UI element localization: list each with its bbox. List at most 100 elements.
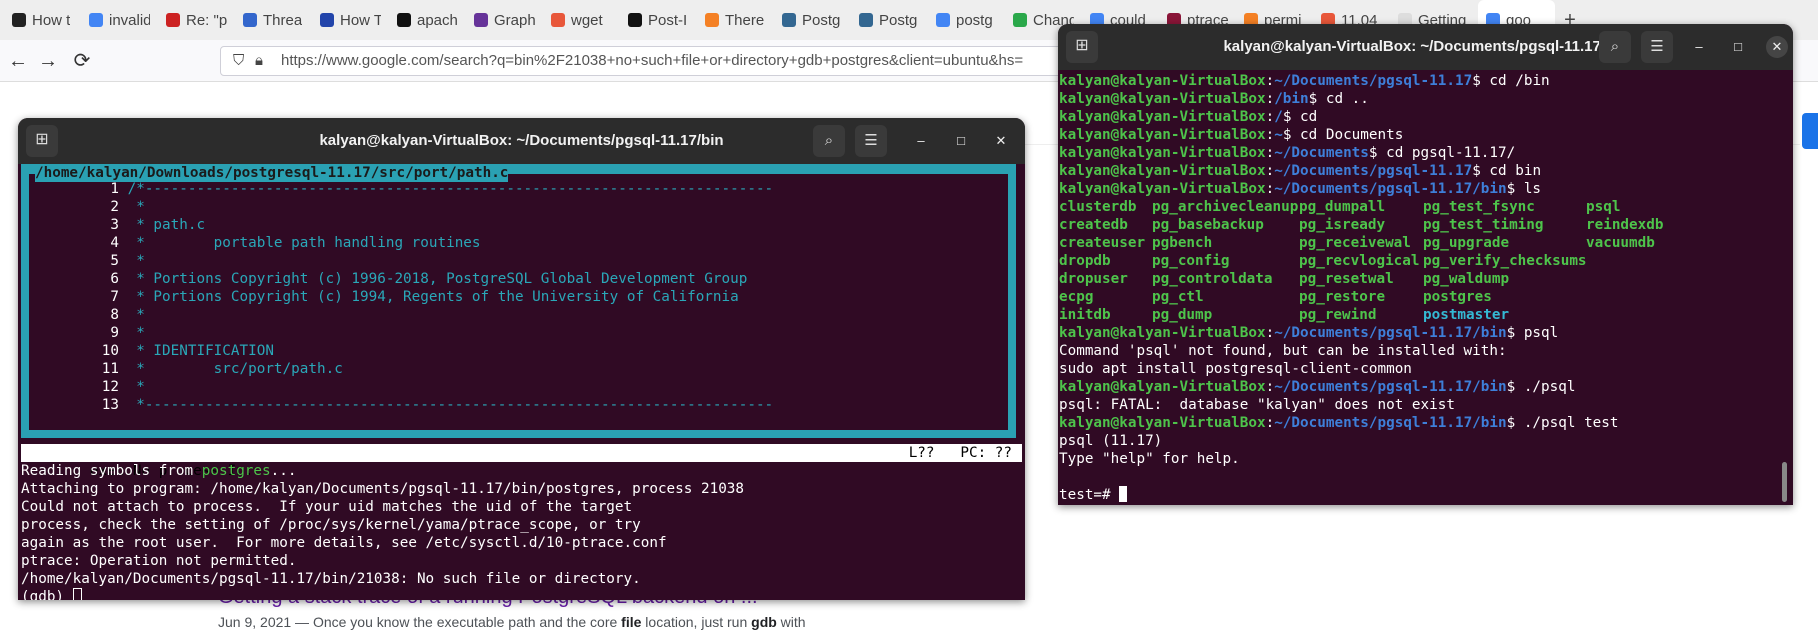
source-line: 8 * — [29, 306, 144, 324]
tab-favicon-icon — [782, 13, 796, 27]
close-icon[interactable]: ✕ — [1766, 36, 1788, 58]
ls-entry: initdb — [1059, 307, 1111, 323]
shell-terminal-body: kalyan@kalyan-VirtualBox:~/Documents/pgs… — [1059, 72, 1779, 504]
search-button-edge[interactable] — [1802, 113, 1818, 149]
line-code: * portable path handling routines — [127, 235, 481, 251]
browser-tab[interactable]: How t — [4, 0, 81, 40]
prompt-path: ~/Documents/pgsql-11.17/bin — [1274, 415, 1507, 431]
prompt-path: ~/Documents/pgsql-11.17/bin — [1274, 325, 1507, 341]
menu-icon[interactable]: ☰ — [1641, 31, 1673, 63]
minimize-icon[interactable]: – — [910, 130, 932, 152]
ls-entry: pg_isready — [1299, 217, 1386, 233]
maximize-icon[interactable]: □ — [950, 130, 972, 152]
tab-label: Postg — [879, 11, 918, 29]
tab-label: Graph — [494, 11, 535, 29]
shell-terminal-window[interactable]: ⊞ kalyan@kalyan-VirtualBox: ~/Documents/… — [1058, 24, 1793, 505]
prompt-user-host: kalyan@kalyan-VirtualBox — [1059, 163, 1266, 179]
prompt-colon: : — [1265, 73, 1275, 89]
browser-tab[interactable]: Threa — [235, 0, 312, 40]
gdb-terminal-window[interactable]: ⊞ kalyan@kalyan-VirtualBox: ~/Documents/… — [18, 118, 1025, 600]
browser-tab[interactable]: wget — [543, 0, 620, 40]
line-code: * IDENTIFICATION — [127, 343, 274, 359]
shell-output-line: Type "help" for help. — [1059, 451, 1240, 467]
ls-entry: ecpg — [1059, 289, 1094, 305]
tab-label: Post-I — [648, 11, 688, 29]
search-icon[interactable]: ⌕ — [813, 125, 845, 157]
scrollbar-thumb[interactable] — [1782, 462, 1787, 502]
window-title: kalyan@kalyan-VirtualBox: ~/Documents/pg… — [1223, 38, 1628, 55]
browser-tab[interactable]: Postg — [851, 0, 928, 40]
tab-favicon-icon — [628, 13, 642, 27]
prompt-colon: : — [1265, 181, 1275, 197]
browser-tab[interactable]: invalid — [81, 0, 158, 40]
cursor — [72, 588, 82, 600]
search-icon[interactable]: ⌕ — [1599, 31, 1631, 63]
ls-entry: dropdb — [1059, 253, 1111, 269]
gdb-output-line: /home/kalyan/Documents/pgsql-11.17/bin/2… — [21, 571, 641, 587]
line-code: * path.c — [127, 217, 206, 233]
browser-tab[interactable]: Graph — [466, 0, 543, 40]
prompt-command: $ cd /bin — [1472, 73, 1550, 89]
line-number: 4 — [110, 235, 119, 251]
tab-label: invalid — [109, 11, 150, 29]
ls-entry: pg_dump — [1152, 307, 1213, 323]
tab-favicon-icon — [705, 13, 719, 27]
gdb-output-line: again as the root user. For more details… — [21, 535, 667, 551]
gdb-prompt-line[interactable]: (gdb) — [21, 588, 744, 600]
prompt-colon: : — [1265, 379, 1275, 395]
line-code: *---------------------------------------… — [127, 397, 774, 413]
menu-icon[interactable]: ☰ — [855, 125, 887, 157]
ls-entry: dropuser — [1059, 271, 1128, 287]
reload-button[interactable]: ⟳ — [70, 49, 94, 73]
ls-entry: postgres — [1423, 289, 1492, 305]
browser-tab[interactable]: How T — [312, 0, 389, 40]
prompt-user-host: kalyan@kalyan-VirtualBox — [1059, 127, 1266, 143]
line-number: 1 — [110, 181, 119, 197]
browser-tab[interactable]: Post-I — [620, 0, 697, 40]
line-number: 10 — [101, 343, 119, 359]
shell-output-line: psql: FATAL: database "kalyan" does not … — [1059, 397, 1455, 413]
source-line: 12 * — [29, 378, 145, 396]
psql-prompt: test=# — [1059, 487, 1120, 503]
tab-favicon-icon — [89, 13, 103, 27]
back-button[interactable]: ← — [6, 49, 30, 73]
shell-prompt-line: kalyan@kalyan-VirtualBox:/bin$ cd .. — [1059, 90, 1779, 108]
maximize-icon[interactable]: □ — [1727, 36, 1749, 58]
prompt-command: $ cd pgsql-11.17/ — [1368, 145, 1516, 161]
shell-output-line: psql (11.17) — [1059, 433, 1163, 449]
browser-tab[interactable]: Postg — [774, 0, 851, 40]
minimize-icon[interactable]: – — [1688, 36, 1710, 58]
prompt-colon: : — [1265, 325, 1275, 341]
prompt-command: $ ./psql — [1506, 379, 1576, 395]
ls-entry: pg_receivewal — [1299, 235, 1411, 251]
gdb-output-line: process, check the setting of /proc/sys/… — [21, 517, 641, 533]
shell-output-line: sudo apt install postgresql-client-commo… — [1059, 361, 1412, 377]
ls-row: createuser pgbench pg_receivewal pg_upgrade… — [1059, 234, 1779, 252]
close-icon[interactable]: ✕ — [990, 130, 1012, 152]
ls-entry: pg_dumpall — [1299, 199, 1386, 215]
ls-row: initdb pg_dump pg_rewind postmaster — [1059, 306, 1779, 324]
ls-entry: createuser — [1059, 235, 1146, 251]
line-code: * Portions Copyright (c) 1994, Regents o… — [127, 289, 739, 305]
ls-row: dropuser pg_controldata pg_resetwal pg_wald… — [1059, 270, 1779, 288]
prompt-path: ~/Documents/pgsql-11.17/bin — [1274, 379, 1507, 395]
psql-prompt-line[interactable]: test=# — [1059, 486, 1779, 504]
line-number: 5 — [110, 253, 119, 269]
prompt-path: / — [1274, 109, 1283, 125]
source-line: 4 * portable path handling routines — [29, 234, 481, 252]
reading-symbols-line: Reading symbols from postgres... — [21, 462, 744, 480]
ls-row: dropdb pg_config pg_recvlogical pg_verify_c… — [1059, 252, 1779, 270]
prompt-user-host: kalyan@kalyan-VirtualBox — [1059, 181, 1266, 197]
browser-tab[interactable]: apach — [389, 0, 466, 40]
gdb-prompt: (gdb) — [21, 589, 73, 600]
ls-entry: createdb — [1059, 217, 1128, 233]
ls-entry: pg_resetwal — [1299, 271, 1394, 287]
browser-tab[interactable]: postg — [928, 0, 1005, 40]
browser-tab[interactable]: There — [697, 0, 774, 40]
forward-button[interactable]: → — [36, 49, 60, 73]
shell-output-line — [1059, 468, 1779, 486]
browser-tab[interactable]: Re: "p — [158, 0, 235, 40]
source-line: 1 /*------------------------------------… — [29, 180, 773, 198]
prompt-command: $ cd Documents — [1282, 127, 1404, 143]
